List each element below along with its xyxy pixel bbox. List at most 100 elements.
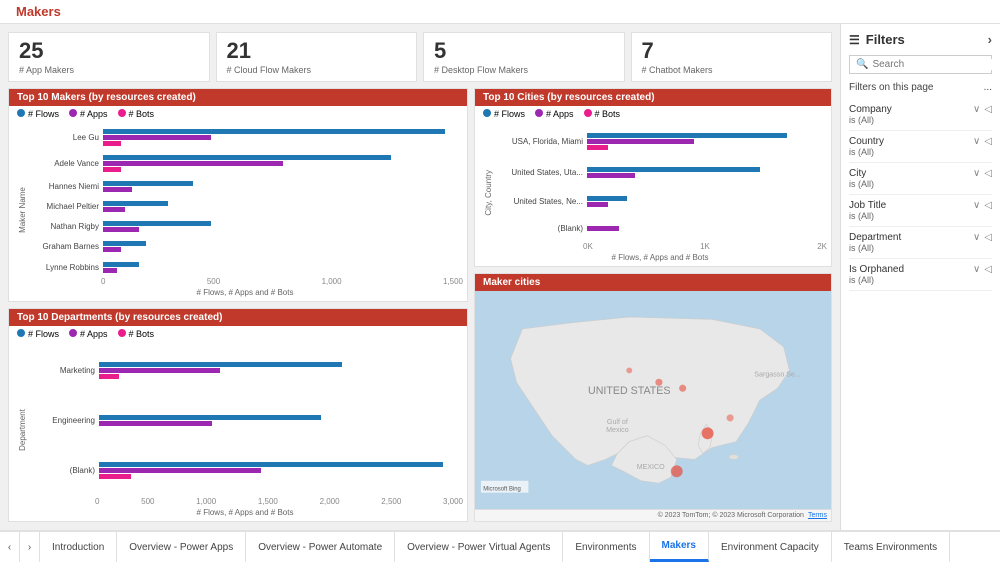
bar-segment: [99, 374, 119, 379]
kpi-app-makers-number: 25: [19, 39, 199, 63]
bar-group: [103, 201, 463, 212]
legend-bots: # Bots: [118, 109, 155, 119]
bar-group: [103, 221, 463, 232]
bar-segment: [103, 135, 211, 140]
filter-clear-icon[interactable]: ◁: [984, 104, 992, 115]
cities-chart-legend: # Flows # Apps # Bots: [475, 106, 831, 122]
bar-group: [587, 133, 827, 150]
bar-segment: [103, 161, 283, 166]
kpi-desktop-makers: 5 # Desktop Flow Makers: [423, 32, 625, 82]
bar-row-label: United States, Uta...: [493, 168, 583, 177]
nav-tab-overview---power-apps[interactable]: Overview - Power Apps: [117, 532, 246, 562]
bar-segment: [103, 262, 139, 267]
filter-icons[interactable]: ∨ ◁: [973, 104, 992, 115]
kpi-row: 25 # App Makers 21 # Cloud Flow Makers 5…: [8, 32, 832, 82]
bar-group: [587, 226, 827, 231]
city-legend-bots: # Bots: [584, 109, 621, 119]
filter-icons[interactable]: ∨ ◁: [973, 264, 992, 275]
svg-text:Mexico: Mexico: [606, 426, 629, 434]
makers-chart-legend: # Flows # Apps # Bots: [9, 106, 467, 122]
nav-tab-introduction[interactable]: Introduction: [40, 532, 117, 562]
filter-clear-icon[interactable]: ◁: [984, 136, 992, 147]
nav-tab-environments[interactable]: Environments: [563, 532, 649, 562]
bar-row-label: Engineering: [27, 416, 95, 425]
filter-item[interactable]: Company ∨ ◁ is (All): [849, 99, 992, 131]
legend-flows: # Flows: [17, 109, 59, 119]
bar-row: Adele Vance: [27, 155, 463, 172]
bar-group: [103, 129, 463, 146]
filter-item[interactable]: City ∨ ◁ is (All): [849, 163, 992, 195]
bar-segment: [99, 368, 220, 373]
kpi-cloud-label: # Cloud Flow Makers: [227, 65, 407, 75]
nav-tab-environment-capacity[interactable]: Environment Capacity: [709, 532, 832, 562]
filter-name: City ∨ ◁: [849, 168, 992, 179]
nav-next-button[interactable]: ›: [20, 532, 40, 562]
map-svg: UNITED STATES Gulf of Mexico MEXICO Sarg…: [475, 291, 831, 509]
bar-segment: [587, 139, 694, 144]
filter-item[interactable]: Job Title ∨ ◁ is (All): [849, 195, 992, 227]
filter-clear-icon[interactable]: ◁: [984, 168, 992, 179]
filter-clear-icon[interactable]: ◁: [984, 200, 992, 211]
nav-tab-overview---power-automate[interactable]: Overview - Power Automate: [246, 532, 395, 562]
map-chart: Maker cities: [474, 273, 832, 522]
bar-segment: [587, 145, 608, 150]
charts-right: Top 10 Cities (by resources created) # F…: [474, 88, 832, 522]
map-container: UNITED STATES Gulf of Mexico MEXICO Sarg…: [475, 291, 831, 509]
dept-x-label: # Flows, # Apps and # Bots: [27, 506, 463, 517]
nav-prev-button[interactable]: ‹: [0, 532, 20, 562]
bar-segment: [103, 247, 121, 252]
filter-chevron-icon[interactable]: ∨: [973, 200, 980, 211]
bar-segment: [103, 167, 121, 172]
svg-text:MEXICO: MEXICO: [637, 463, 666, 471]
bar-segment: [99, 468, 261, 473]
filters-title: ☰ Filters ›: [849, 32, 992, 47]
search-box[interactable]: 🔍: [849, 55, 992, 74]
kpi-desktop-label: # Desktop Flow Makers: [434, 65, 614, 75]
app-container: Makers 25 # App Makers 21 # Cloud Flow M…: [0, 0, 1000, 562]
filter-item[interactable]: Country ∨ ◁ is (All): [849, 131, 992, 163]
bar-row-label: United States, Ne...: [493, 197, 583, 206]
dept-legend-flows: # Flows: [17, 329, 59, 339]
filter-icons[interactable]: ∨ ◁: [973, 200, 992, 211]
makers-bars: Lee GuAdele VanceHannes NiemiMichael Pel…: [27, 124, 463, 277]
filter-icons[interactable]: ∨ ◁: [973, 232, 992, 243]
bar-segment: [103, 201, 168, 206]
filter-icons[interactable]: ∨ ◁: [973, 168, 992, 179]
charts-left: Top 10 Makers (by resources created) # F…: [8, 88, 468, 522]
bar-segment: [587, 133, 787, 138]
svg-text:UNITED STATES: UNITED STATES: [588, 385, 671, 397]
filter-clear-icon[interactable]: ◁: [984, 264, 992, 275]
filter-item[interactable]: Department ∨ ◁ is (All): [849, 227, 992, 259]
bar-row: United States, Ne...: [493, 196, 827, 207]
search-input[interactable]: [872, 59, 1000, 70]
map-terms-link[interactable]: Terms: [808, 512, 827, 519]
bar-segment: [103, 241, 146, 246]
filter-value: is (All): [849, 275, 992, 285]
filter-items: Company ∨ ◁ is (All) Country ∨ ◁ is (All…: [849, 99, 992, 291]
nav-tab-overview---power-virtual-agents[interactable]: Overview - Power Virtual Agents: [395, 532, 563, 562]
makers-y-axis-label: Maker Name: [13, 124, 27, 297]
kpi-app-makers: 25 # App Makers: [8, 32, 210, 82]
bar-row: United States, Uta...: [493, 167, 827, 178]
legend-apps: # Apps: [69, 109, 108, 119]
filter-item[interactable]: Is Orphaned ∨ ◁ is (All): [849, 259, 992, 291]
bar-segment: [587, 173, 635, 178]
filters-expand-icon[interactable]: ›: [988, 32, 992, 47]
filter-clear-icon[interactable]: ◁: [984, 232, 992, 243]
bar-segment: [103, 221, 211, 226]
departments-chart: Top 10 Departments (by resources created…: [8, 308, 468, 522]
bar-row: (Blank): [493, 224, 827, 233]
filter-chevron-icon[interactable]: ∨: [973, 264, 980, 275]
filter-chevron-icon[interactable]: ∨: [973, 104, 980, 115]
filter-chevron-icon[interactable]: ∨: [973, 168, 980, 179]
filter-chevron-icon[interactable]: ∨: [973, 232, 980, 243]
bar-segment: [99, 421, 212, 426]
filter-chevron-icon[interactable]: ∨: [973, 136, 980, 147]
kpi-app-makers-label: # App Makers: [19, 65, 199, 75]
nav-tab-teams-environments[interactable]: Teams Environments: [832, 532, 950, 562]
bar-segment: [99, 415, 321, 420]
nav-tab-makers[interactable]: Makers: [650, 532, 709, 562]
bar-segment: [99, 362, 342, 367]
filter-icons[interactable]: ∨ ◁: [973, 136, 992, 147]
bar-row: Lynne Robbins: [27, 262, 463, 273]
